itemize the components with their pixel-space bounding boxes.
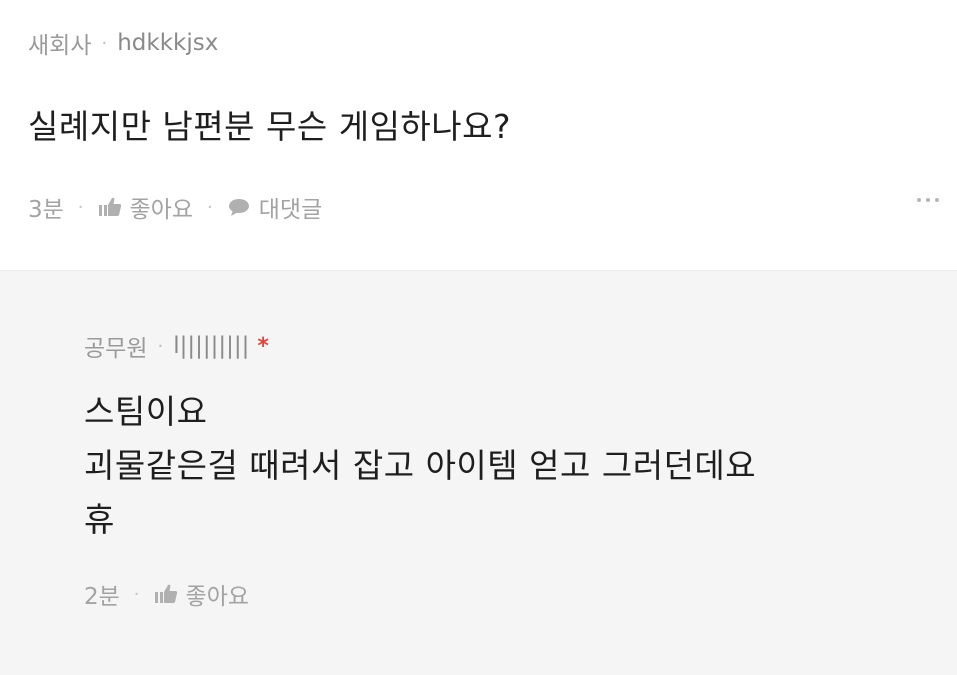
reply-label: 대댓글 (258, 197, 323, 223)
comment-text-line: 실례지만 남편분 무슨 게임하나요? (28, 107, 512, 146)
comment-actions: 3분 · 좋아요 · 대댓글 (28, 190, 957, 224)
like-button[interactable]: 좋아요 (154, 577, 249, 611)
writer-mark: * (257, 333, 269, 359)
thumbs-up-icon (98, 197, 121, 216)
meta-separator: · (101, 32, 108, 54)
reply-text-line: 휴 (84, 500, 115, 539)
author-company-label: 새회사 (28, 33, 92, 59)
like-button[interactable]: 좋아요 (98, 190, 193, 224)
reply-time: 2분 (84, 584, 120, 610)
more-dots-icon (917, 198, 921, 202)
reply-button[interactable]: 대댓글 (227, 190, 322, 224)
action-separator: · (133, 583, 140, 605)
like-label: 좋아요 (129, 197, 194, 223)
reply-actions: 2분 · 좋아요 (84, 577, 957, 611)
author-company-label: 공무원 (84, 336, 148, 362)
reply-meta: 공무원 · l||||||||| * (84, 329, 957, 363)
meta-separator: · (157, 335, 164, 357)
thumbs-up-icon (154, 584, 177, 603)
author-nickname[interactable]: l||||||||| (173, 333, 249, 359)
like-label: 좋아요 (185, 584, 250, 610)
action-separator: · (207, 196, 213, 218)
reply-text-line: 괴물같은걸 때려서 잡고 아이템 얻고 그러던데요 (84, 446, 757, 485)
reply-text-line: 스팀이요 (84, 392, 208, 431)
author-nickname[interactable]: hdkkkjsx (117, 30, 218, 56)
comment-meta: 새회사 · hdkkkjsx (28, 26, 957, 60)
action-separator: · (77, 196, 84, 218)
comment-time: 3분 (28, 197, 64, 223)
more-options-button[interactable] (911, 192, 945, 208)
reply-text: 스팀이요 괴물같은걸 때려서 잡고 아이템 얻고 그러던데요 휴 (84, 385, 957, 547)
comment-text: 실례지만 남편분 무슨 게임하나요? (28, 100, 957, 154)
comment-item: 새회사 · hdkkkjsx 실례지만 남편분 무슨 게임하나요? 3분 · 좋… (0, 0, 957, 270)
reply-item: 공무원 · l||||||||| * 스팀이요 괴물같은걸 때려서 잡고 아이템… (0, 270, 957, 675)
speech-bubble-icon (228, 199, 249, 216)
